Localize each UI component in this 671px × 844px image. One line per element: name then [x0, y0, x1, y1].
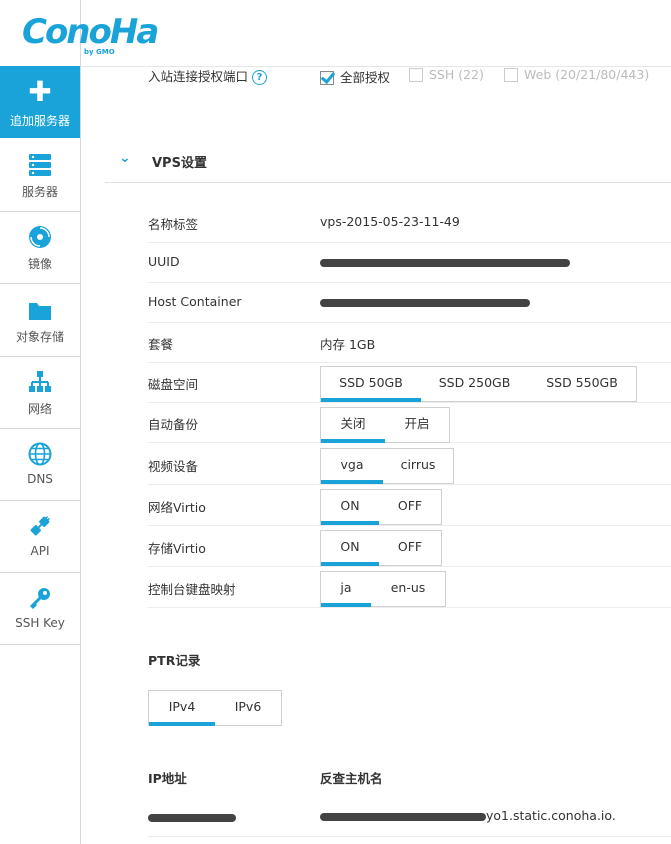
sidebar-item-images[interactable]: 镜像 [0, 211, 80, 284]
inbound-allow-all-checkbox[interactable]: 全部授权 [320, 67, 390, 86]
ptr-title: PTR记录 [148, 653, 201, 668]
tab-ipv6[interactable]: IPv6 [215, 691, 281, 725]
disk-option-50[interactable]: SSD 50GB [321, 367, 421, 402]
storage-virtio-on[interactable]: ON [321, 531, 379, 566]
vps-settings-title: VPS设置 [152, 156, 207, 171]
uuid-label: UUID [148, 254, 180, 269]
auto-backup-on[interactable]: 开启 [385, 408, 449, 442]
name-tag-row: 名称标签 vps-2015-05-23-11-49 [148, 202, 671, 243]
net-virtio-on[interactable]: ON [321, 490, 379, 525]
net-virtio-selector: ON OFF [320, 489, 442, 525]
host-container-row: Host Container [148, 282, 671, 323]
sidebar-item-label: 镜像 [27, 257, 52, 271]
auto-backup-selector: 关闭 开启 [320, 407, 450, 443]
sidebar-item-object-storage[interactable]: 对象存储 [0, 284, 80, 357]
inbound-ssh-checkbox[interactable]: SSH (22) [409, 67, 484, 83]
reverse-hostname-value[interactable]: yo1.static.conoha.io. [320, 808, 616, 823]
host-container-redacted [320, 294, 530, 309]
video-option-cirrus[interactable]: cirrus [383, 449, 453, 483]
auto-backup-label: 自动备份 [148, 417, 199, 432]
keymap-option-ja[interactable]: ja [321, 572, 371, 607]
net-virtio-label: 网络Virtio [148, 500, 206, 515]
add-server-button[interactable]: ✚ 追加服务器 [0, 66, 80, 138]
tab-ipv4[interactable]: IPv4 [149, 691, 215, 726]
storage-virtio-off[interactable]: OFF [379, 531, 441, 565]
sidebar-item-dns[interactable]: DNS [0, 428, 80, 501]
video-label: 视频设备 [148, 459, 199, 474]
sidebar-item-label: API [30, 544, 50, 558]
reverse-hostname-header: 反查主机名 [320, 771, 383, 786]
sidebar-item-api[interactable]: API [0, 500, 80, 573]
uuid-redacted [320, 254, 570, 269]
keymap-selector: ja en-us [320, 571, 446, 607]
name-tag-value[interactable]: vps-2015-05-23-11-49 [320, 214, 460, 229]
section-divider [105, 182, 671, 183]
ip-address-header: IP地址 [148, 771, 187, 786]
sidebar-item-ssh-key[interactable]: SSH Key [0, 572, 80, 645]
storage-virtio-label: 存储Virtio [148, 541, 206, 556]
ip-address-redacted [148, 810, 236, 825]
plan-value: 内存 1GB [320, 337, 376, 352]
disk-option-250[interactable]: SSD 250GB [421, 367, 528, 401]
sidebar: ConoHa by GMO ✚ 追加服务器 服务器 镜像 对象存储 网络 DNS [0, 0, 159, 844]
chevron-down-icon[interactable]: ⌄ [119, 150, 131, 166]
disk-label: 磁盘空间 [148, 377, 199, 392]
network-icon [0, 370, 80, 396]
ptr-ip-version-tabs: IPv4 IPv6 [148, 690, 282, 726]
video-option-vga[interactable]: vga [321, 449, 383, 484]
host-container-label: Host Container [148, 294, 242, 309]
checkbox-checked-icon [320, 70, 334, 85]
uuid-row: UUID [148, 242, 671, 283]
sidebar-item-label: 服务器 [21, 185, 58, 199]
row-divider [148, 836, 671, 837]
disk-selector: SSD 50GB SSD 250GB SSD 550GB [320, 366, 637, 402]
sidebar-item-network[interactable]: 网络 [0, 356, 80, 429]
name-tag-label: 名称标签 [148, 217, 199, 232]
plug-icon [0, 514, 80, 540]
video-selector: vga cirrus [320, 448, 454, 484]
storage-virtio-selector: ON OFF [320, 530, 442, 566]
globe-icon [0, 442, 80, 468]
disc-icon [0, 225, 80, 251]
server-icon [0, 153, 80, 179]
disk-option-550[interactable]: SSD 550GB [528, 367, 636, 401]
add-server-label: 追加服务器 [9, 114, 70, 128]
sidebar-item-label: DNS [27, 472, 53, 486]
key-icon [0, 586, 80, 612]
sidebar-item-label: SSH Key [15, 616, 65, 630]
plan-label: 套餐 [148, 337, 174, 352]
checkbox-icon [504, 67, 518, 82]
help-icon[interactable]: ? [252, 70, 267, 85]
folder-icon [0, 298, 80, 324]
main-content: 入站连接授权端口 ? 全部授权 SSH (22) Web (20/21/80/4… [81, 0, 671, 844]
sidebar-item-label: 对象存储 [15, 330, 64, 344]
auto-backup-off[interactable]: 关闭 [321, 408, 385, 443]
sidebar-item-servers[interactable]: 服务器 [0, 139, 80, 212]
inbound-ports-label: 入站连接授权端口 ? [148, 66, 267, 85]
checkbox-icon [409, 67, 423, 82]
keymap-option-en-us[interactable]: en-us [371, 572, 445, 606]
plus-icon: ✚ [28, 75, 52, 108]
sidebar-item-label: 网络 [27, 402, 52, 416]
keymap-label: 控制台键盘映射 [148, 582, 236, 597]
inbound-web-checkbox[interactable]: Web (20/21/80/443) [504, 67, 649, 83]
plan-row: 套餐 内存 1GB [148, 322, 671, 363]
net-virtio-off[interactable]: OFF [379, 490, 441, 524]
